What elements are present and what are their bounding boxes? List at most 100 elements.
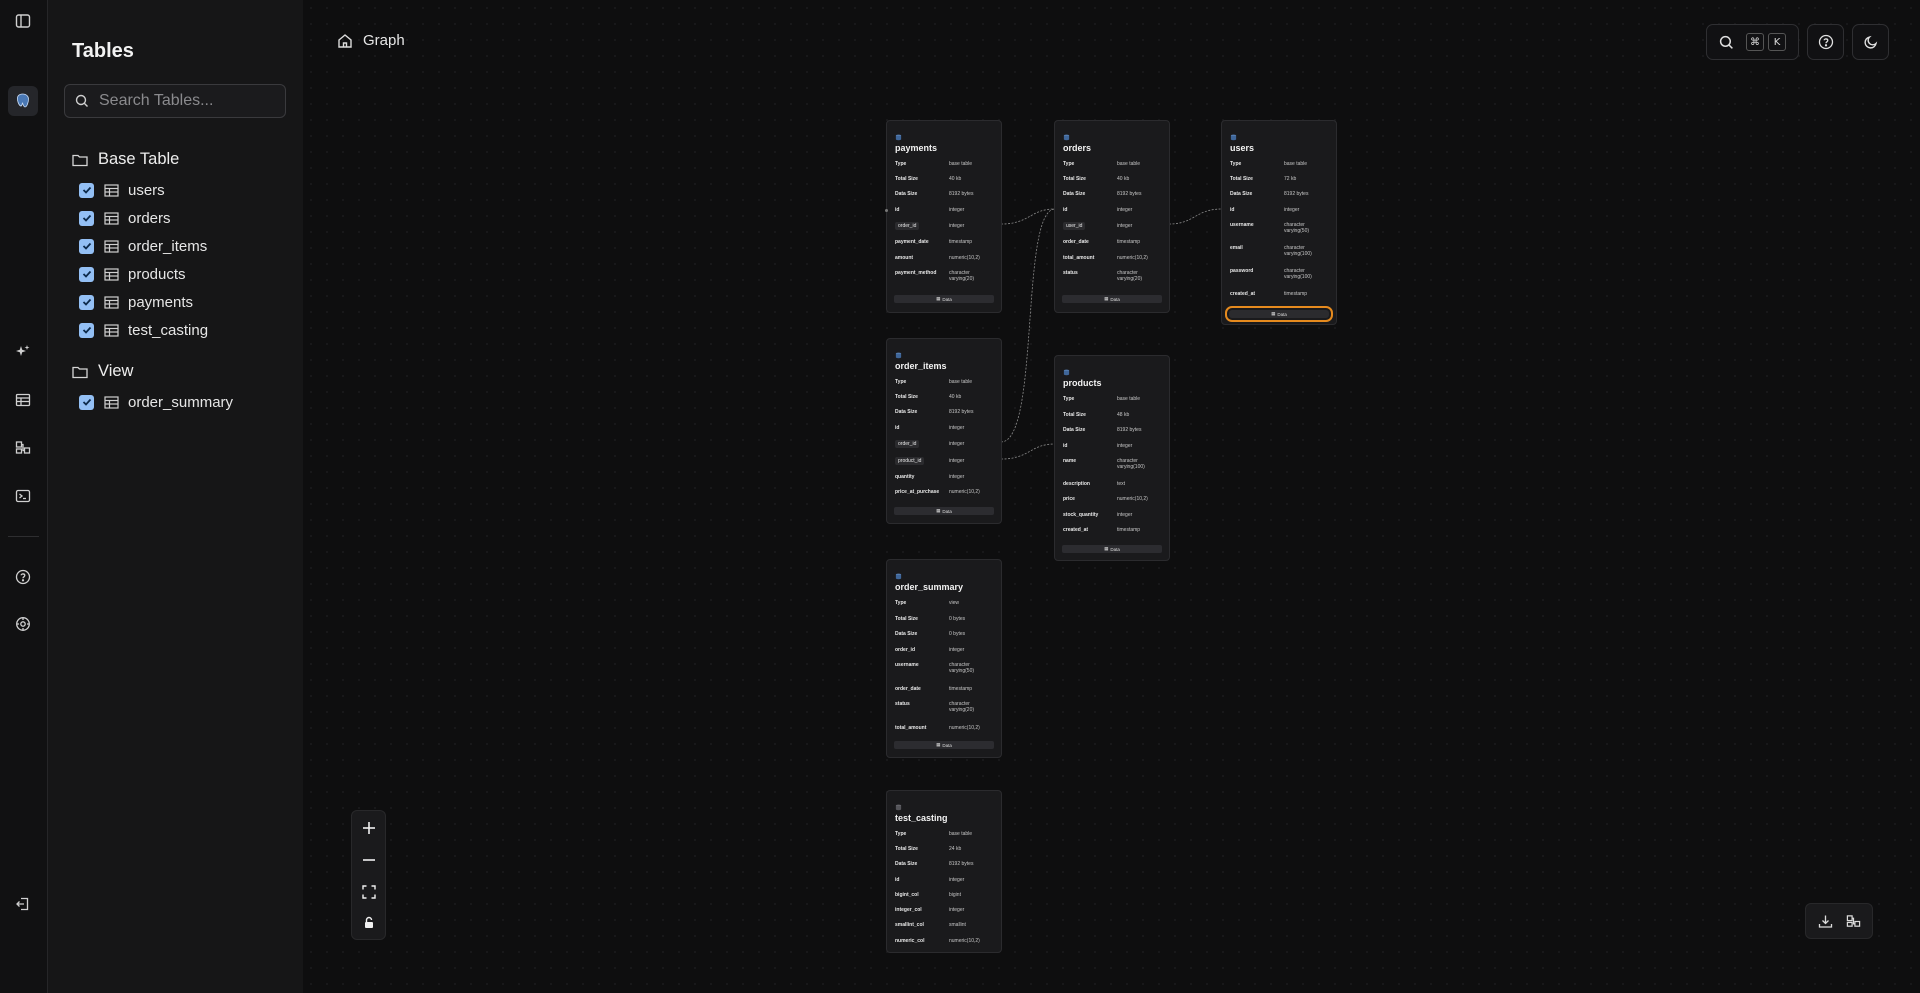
field-key[interactable]: product_id [895,457,925,465]
postgres-logo-icon[interactable] [8,86,38,116]
data-button[interactable]: ▦ Data [894,741,994,749]
lock-button[interactable] [356,910,381,935]
row-column: username character varying(50) [1230,222,1330,234]
row-column: created_at timestamp [1230,291,1330,301]
field-key: Data Size [1063,191,1086,197]
field-value: integer [1117,443,1133,449]
checkbox-checked[interactable] [79,238,94,254]
row-column: status character varying(20) [895,701,995,713]
row-data-size: Data Size 8192 bytes [1063,427,1163,437]
row-column-fk: order_id integer [895,222,995,233]
row-total-size: Total Size 40 kb [895,394,995,404]
row-total-size: Total Size 48 kb [1063,412,1163,422]
row-column: payment_method character varying(20) [895,270,995,282]
field-key: Total Size [1063,412,1086,418]
graph-icon[interactable] [10,435,36,461]
sidebar-toggle-icon[interactable] [10,8,36,34]
field-value: bigint [949,892,961,898]
data-button-highlighted[interactable]: ▦ Data [1225,306,1333,322]
edge-handle[interactable] [885,209,888,212]
table-name: products [1063,378,1102,388]
home-icon[interactable] [337,33,353,49]
field-value: integer [949,458,965,464]
table-item-test-casting[interactable]: test_casting [79,320,208,340]
field-value: 8192 bytes [949,861,974,867]
breadcrumb: Graph [337,32,405,49]
data-button[interactable]: ▦ Data [1062,295,1162,303]
table-icon [104,295,119,309]
folder-icon [72,365,88,379]
field-value: character varying(100) [1117,458,1145,471]
field-key: Type [1230,161,1242,167]
row-column: integer_col integer [895,907,995,917]
field-value: integer [1117,223,1133,229]
help-button[interactable] [1807,24,1844,60]
row-type: Type base table [1230,161,1330,171]
table-card-order-items[interactable]: order_items Type base table Total Size 40 … [886,338,1002,524]
field-key[interactable]: order_id [895,440,920,448]
field-key[interactable]: user_id [1063,222,1086,230]
field-key: numeric_col [895,938,925,944]
field-value: integer [949,647,965,653]
help-icon[interactable] [10,564,36,590]
field-value: 40 kb [949,176,962,182]
checkbox-checked[interactable] [79,294,94,310]
table-item-products[interactable]: products [79,264,186,284]
logout-icon[interactable] [10,891,36,917]
terminal-icon[interactable] [10,483,36,509]
field-value: numeric(10,2) [1117,496,1148,502]
data-button[interactable]: ▦ Data [1062,545,1162,553]
table-item-orders[interactable]: orders [79,208,171,228]
table-card-products[interactable]: products Type base table Total Size 48 kb … [1054,355,1170,561]
fit-view-button[interactable] [356,879,381,904]
checkbox-checked[interactable] [79,394,94,410]
table-icon [104,211,119,225]
field-key: Total Size [895,846,918,852]
tables-icon[interactable] [10,387,36,413]
layout-icon[interactable] [1844,912,1862,930]
table-item-order-summary[interactable]: order_summary [79,392,233,412]
sidebar-title: Tables [72,40,134,62]
table-item-payments[interactable]: payments [79,292,193,312]
table-item-label: orders [128,209,171,227]
checkbox-checked[interactable] [79,210,94,226]
table-card-order-summary[interactable]: order_summary Type view Total Size 0 bytes… [886,559,1002,758]
theme-toggle-button[interactable] [1852,24,1889,60]
table-card-orders[interactable]: orders Type base table Total Size 40 kb Da… [1054,120,1170,313]
data-button[interactable]: ▦ Data [894,295,994,303]
table-icon [104,323,119,337]
data-icon: ▦ [1271,311,1276,316]
group-label: View [98,362,134,380]
ai-sparkle-icon[interactable] [10,339,36,365]
field-key[interactable]: order_id [895,222,920,230]
search-box[interactable] [64,84,286,118]
row-data-size: Data Size 8192 bytes [895,409,995,419]
search-input[interactable] [97,91,281,111]
download-icon[interactable] [1816,912,1834,930]
field-key: total_amount [895,725,927,731]
table-card-payments[interactable]: payments Type base table Total Size 40 kb … [885,120,1002,313]
group-base-table[interactable]: Base Table [72,150,179,169]
table-item-order-items[interactable]: order_items [79,236,207,256]
command-search-button[interactable]: ⌘ K [1706,24,1799,60]
field-key: id [895,877,900,883]
table-card-users[interactable]: users Type base table Total Size 72 kb Dat… [1221,120,1337,325]
data-button[interactable]: ▦ Data [894,507,994,515]
field-value: timestamp [949,239,973,245]
field-key: status [895,701,910,707]
zoom-in-button[interactable] [356,815,381,840]
field-key: order_date [895,686,921,692]
checkbox-checked[interactable] [79,266,94,282]
field-value: timestamp [949,686,973,692]
settings-icon[interactable] [10,611,36,637]
field-key: Data Size [895,861,918,867]
zoom-out-button[interactable] [356,847,381,872]
checkbox-checked[interactable] [79,182,94,198]
group-view[interactable]: View [72,362,133,381]
table-card-test-casting[interactable]: test_casting Type base table Total Size 24… [886,790,1002,953]
table-item-users[interactable]: users [79,180,165,200]
row-column: bigint_col bigint [895,892,995,902]
checkbox-checked[interactable] [79,322,94,338]
field-value: character varying(100) [1284,245,1312,258]
data-button-label: Data [1110,296,1120,302]
